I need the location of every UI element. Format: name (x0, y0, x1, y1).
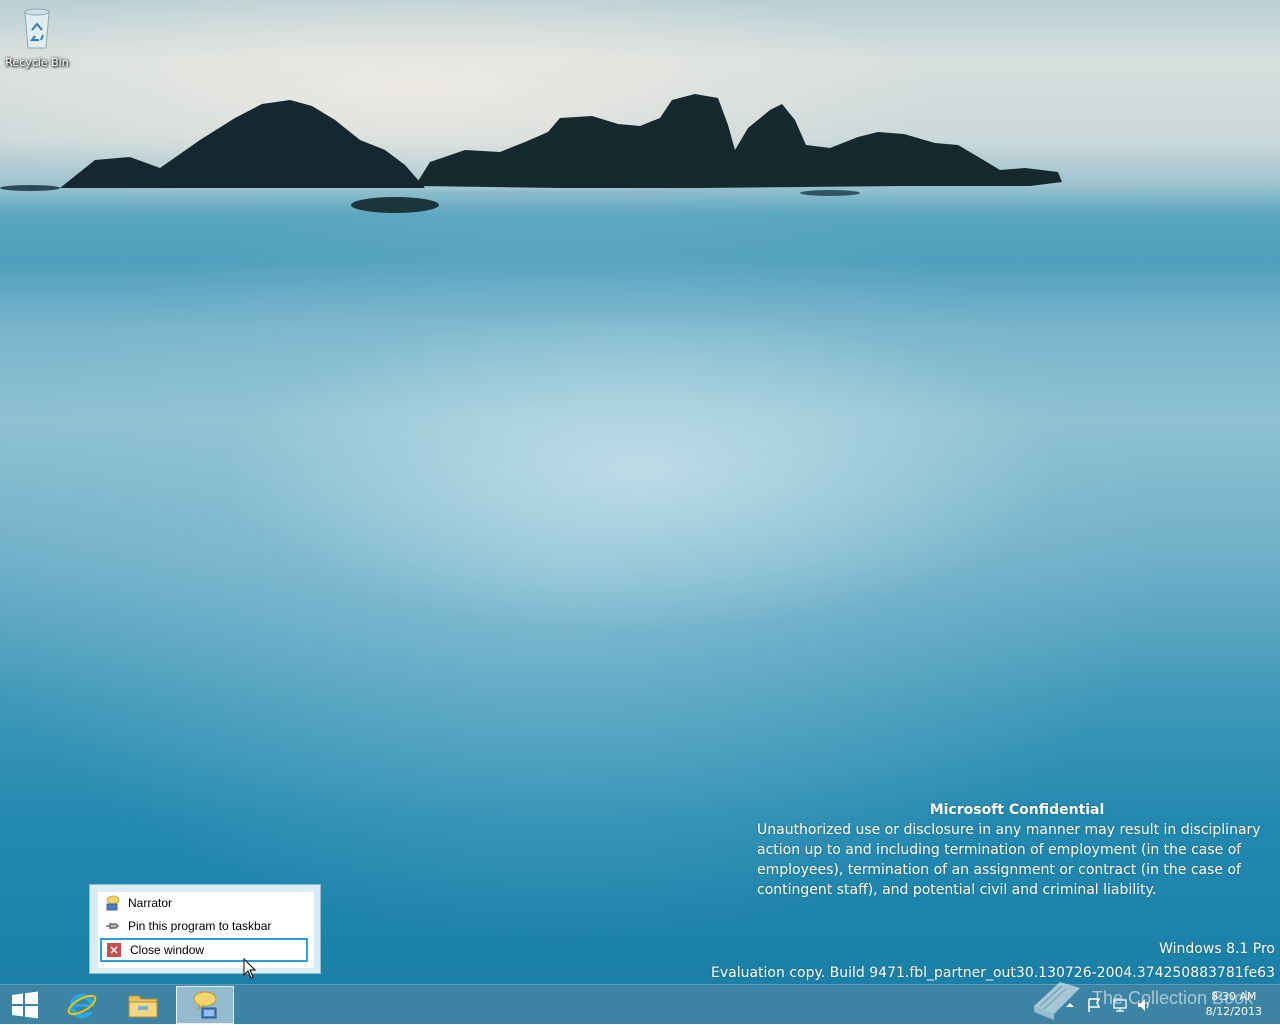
recycle-bin-icon (24, 8, 50, 49)
taskbar-file-explorer[interactable] (114, 986, 172, 1024)
pin-icon (104, 918, 120, 934)
brand-watermark: The Collection Book (1030, 976, 1280, 1024)
confidential-heading: Microsoft Confidential (929, 802, 1105, 818)
rock-formation-silhouette (0, 94, 1062, 213)
jump-list-item-label: Pin this program to taskbar (128, 919, 272, 933)
jump-list-item-narrator[interactable]: Narrator (100, 892, 308, 914)
narrator-icon (104, 895, 120, 911)
desktop-icon-recycle-bin[interactable]: Recycle Bin (4, 6, 70, 69)
windows-edition-label: Windows 8.1 Pro (1159, 941, 1275, 957)
book-icon (1034, 982, 1080, 1020)
start-button[interactable] (0, 986, 50, 1024)
taskbar-jump-list: Narrator Pin this program to taskbar Clo… (89, 884, 321, 974)
narrator-icon (193, 991, 217, 1019)
folder-icon (128, 995, 158, 1018)
confidential-notice: Microsoft Confidential Unauthorized use … (757, 800, 1277, 900)
jump-list-item-label: Narrator (128, 896, 173, 910)
jump-list-item-close-window[interactable]: Close window (100, 938, 308, 962)
jump-list-item-label: Close window (130, 943, 205, 957)
close-icon (106, 942, 122, 958)
mouse-cursor-icon (243, 958, 257, 979)
desktop-background: Recycle Bin Microsoft Confidential Unaut… (0, 0, 1280, 984)
jump-list-menu: Narrator Pin this program to taskbar Clo… (98, 892, 314, 968)
windows-logo-icon (12, 991, 38, 1019)
taskbar-internet-explorer[interactable] (53, 986, 111, 1024)
internet-explorer-icon (67, 993, 97, 1019)
jump-list-item-pin[interactable]: Pin this program to taskbar (100, 915, 308, 937)
taskbar-narrator[interactable] (176, 986, 234, 1024)
brand-watermark-text: The Collection Book (1092, 988, 1254, 1008)
confidential-body: Unauthorized use or disclosure in any ma… (757, 822, 1261, 898)
desktop-icon-label: Recycle Bin (5, 56, 69, 69)
